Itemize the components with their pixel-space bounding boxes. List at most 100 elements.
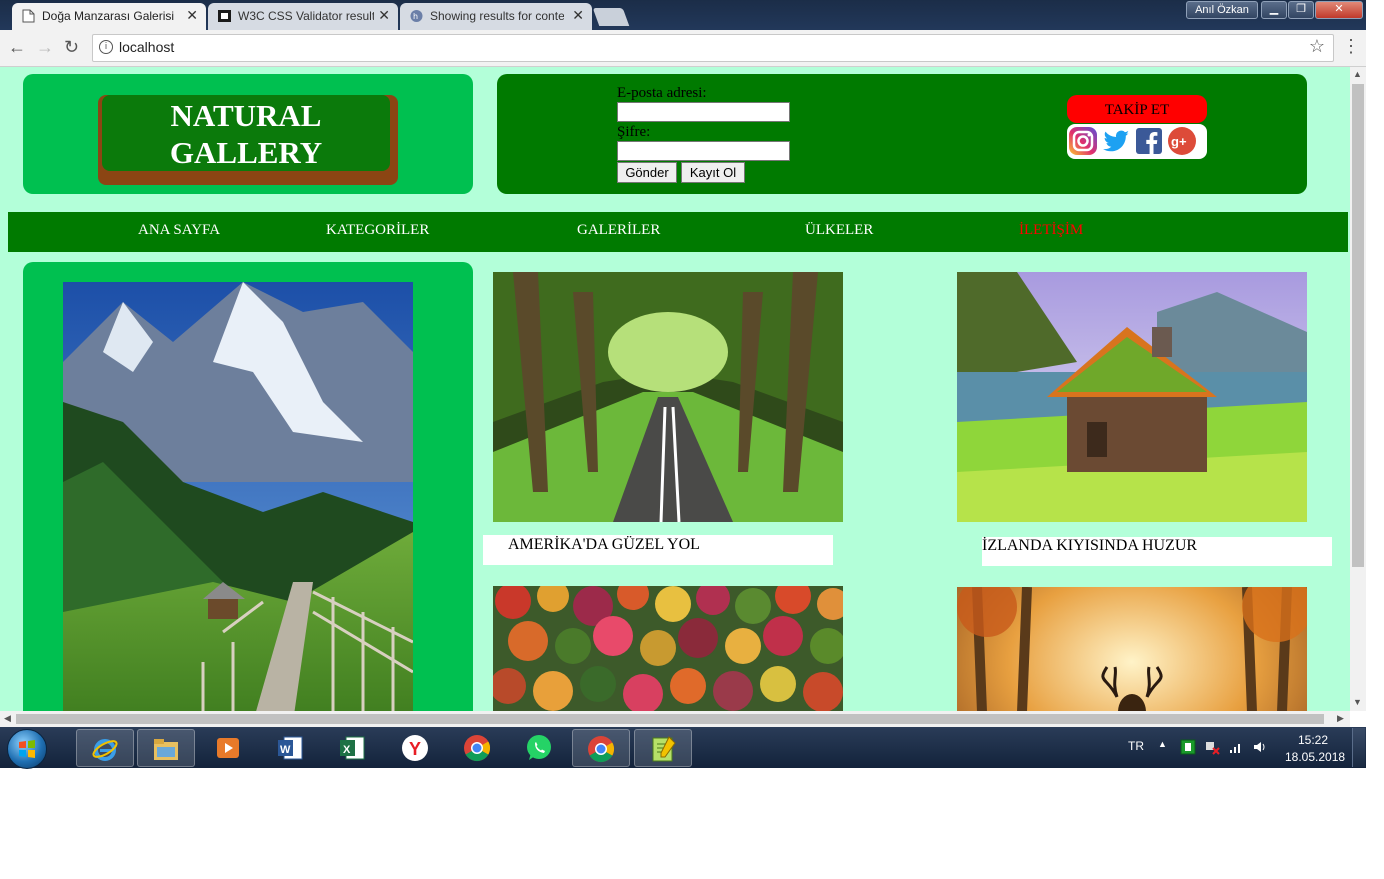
minimize-button[interactable]: ▁ — [1261, 1, 1287, 19]
taskbar-whatsapp[interactable] — [511, 729, 567, 765]
windows-logo-icon — [19, 740, 35, 758]
gallery-caption-2: İZLANDA KIYISINDA HUZUR — [982, 537, 1332, 566]
iceland-cabin-photo[interactable] — [957, 272, 1307, 522]
gallery-caption-2-text: İZLANDA KIYISINDA HUZUR — [982, 537, 1198, 554]
profile-badge[interactable]: Anıl Özkan — [1186, 1, 1258, 19]
scroll-left-arrow-icon[interactable]: ◀ — [4, 713, 11, 724]
register-button[interactable]: Kayıt Ol — [681, 162, 745, 183]
tab-doga-galerisi[interactable]: Doğa Manzarası Galerisi ✕ — [12, 3, 206, 30]
taskbar-notepad-plus[interactable] — [634, 729, 692, 767]
logo[interactable]: NATURAL GALLERY — [98, 95, 398, 185]
document-icon — [22, 9, 35, 23]
whatsapp-icon — [527, 735, 551, 760]
url-text: localhost — [119, 39, 175, 55]
forward-arrow-icon[interactable]: → — [36, 37, 54, 58]
mountain-valley-photo[interactable] — [63, 282, 413, 711]
taskbar-file-explorer[interactable] — [137, 729, 195, 767]
nav-ana-sayfa[interactable]: ANA SAYFA — [138, 222, 220, 239]
url-field[interactable]: i localhost ☆ — [92, 34, 1334, 62]
tab-search-results[interactable]: h Showing results for conte ✕ — [400, 3, 592, 30]
scroll-down-arrow-icon[interactable]: ▼ — [1353, 697, 1362, 707]
submit-button[interactable]: Gönder — [617, 162, 677, 183]
volume-icon[interactable] — [1252, 739, 1268, 755]
taskbar-yandex[interactable]: Y — [387, 729, 443, 765]
password-field[interactable] — [617, 141, 790, 161]
main-navigation: ANA SAYFA KATEGORİLER GALERİLER ÜLKELER … — [8, 212, 1348, 252]
logo-line-2: GALLERY — [169, 135, 323, 170]
close-tab-icon[interactable]: ✕ — [186, 7, 198, 24]
close-tab-icon[interactable]: ✕ — [572, 7, 584, 24]
network-error-icon[interactable] — [1204, 739, 1220, 755]
show-desktop-button[interactable] — [1352, 728, 1365, 767]
nav-iletisim[interactable]: İLETİŞİM — [1019, 222, 1083, 239]
vertical-scrollbar[interactable]: ▲ ▼ — [1350, 67, 1366, 711]
autumn-deer-photo[interactable] — [957, 587, 1307, 711]
taskbar-word[interactable]: W — [262, 729, 318, 765]
media-player-icon — [217, 738, 239, 758]
horizontal-scrollbar[interactable]: ◀ ▶ — [0, 711, 1350, 727]
svg-text:h: h — [413, 12, 418, 21]
maximize-button[interactable]: ❐ — [1288, 1, 1314, 19]
page-viewport: NATURAL GALLERY E-posta adresi: Şifre: G… — [0, 67, 1350, 711]
clock-date[interactable]: 18.05.2018 — [1285, 750, 1345, 764]
word-icon: W — [278, 736, 303, 760]
email-label: E-posta adresi: — [617, 85, 707, 101]
security-tray-icon[interactable] — [1180, 739, 1196, 755]
follow-button[interactable]: TAKİP ET — [1067, 95, 1207, 123]
twitter-icon[interactable] — [1101, 126, 1131, 156]
email-field[interactable] — [617, 102, 790, 122]
chrome-icon — [464, 735, 491, 762]
excel-icon: X — [340, 736, 365, 760]
address-bar-row: ← → ↻ i localhost ☆ ⋮ — [0, 30, 1366, 67]
start-button[interactable] — [7, 729, 47, 769]
tray-expand-icon[interactable]: ▲ — [1158, 739, 1167, 749]
tab-title: Doğa Manzarası Galerisi — [42, 9, 175, 23]
svg-text:X: X — [343, 744, 351, 756]
taskbar-chrome[interactable] — [449, 729, 505, 765]
google-plus-icon[interactable]: g+ — [1167, 126, 1197, 156]
logo-panel: NATURAL GALLERY — [23, 74, 473, 194]
bookmark-star-icon[interactable]: ☆ — [1309, 36, 1325, 57]
language-indicator[interactable]: TR — [1128, 739, 1144, 753]
svg-text:W: W — [280, 744, 291, 756]
nav-ulkeler[interactable]: ÜLKELER — [805, 222, 873, 239]
taskbar-excel[interactable]: X — [324, 729, 380, 765]
browser-tab-bar: Doğa Manzarası Galerisi ✕ W3C CSS Valida… — [0, 0, 1366, 30]
tab-css-validator[interactable]: W3C CSS Validator result ✕ — [208, 3, 398, 30]
nav-kategoriler[interactable]: KATEGORİLER — [326, 222, 429, 239]
file-explorer-icon — [154, 739, 178, 760]
password-label: Şifre: — [617, 124, 651, 140]
tab-title: Showing results for conte — [430, 9, 564, 23]
vertical-scroll-thumb[interactable] — [1352, 84, 1364, 567]
social-icons: g+ — [1067, 124, 1207, 159]
taskbar-internet-explorer[interactable] — [76, 729, 134, 767]
scroll-right-arrow-icon[interactable]: ▶ — [1337, 713, 1344, 724]
horizontal-scroll-thumb[interactable] — [16, 714, 1324, 724]
svg-text:Y: Y — [409, 739, 421, 759]
close-tab-icon[interactable]: ✕ — [378, 7, 390, 24]
w3c-icon — [218, 10, 231, 22]
menu-dots-icon[interactable]: ⋮ — [1342, 36, 1360, 57]
chrome-icon — [588, 736, 615, 763]
autumn-forest-photo[interactable] — [493, 586, 843, 711]
notepad-plus-icon — [652, 736, 676, 762]
back-arrow-icon[interactable]: ← — [8, 37, 26, 58]
info-icon[interactable]: i — [99, 40, 113, 54]
close-window-button[interactable]: ✕ — [1315, 1, 1363, 19]
gallery-caption-1: AMERİKA'DA GÜZEL YOL — [483, 535, 833, 565]
taskbar: W X Y TR ▲ 15:22 18.05.2018 — [0, 727, 1366, 769]
new-tab-button[interactable] — [592, 8, 630, 26]
taskbar-media-player[interactable] — [200, 729, 256, 765]
forest-road-photo[interactable] — [493, 272, 843, 522]
facebook-icon[interactable] — [1134, 126, 1164, 156]
taskbar-chrome-active[interactable] — [572, 729, 630, 767]
yandex-icon: Y — [402, 735, 428, 761]
signal-icon[interactable] — [1228, 739, 1244, 755]
instagram-icon[interactable] — [1068, 126, 1098, 156]
nav-galeriler[interactable]: GALERİLER — [577, 222, 660, 239]
site-icon: h — [410, 10, 423, 22]
scroll-up-arrow-icon[interactable]: ▲ — [1353, 69, 1362, 79]
reload-icon[interactable]: ↻ — [64, 37, 79, 58]
logo-line-1: NATURAL — [170, 98, 322, 133]
clock-time[interactable]: 15:22 — [1298, 733, 1328, 747]
